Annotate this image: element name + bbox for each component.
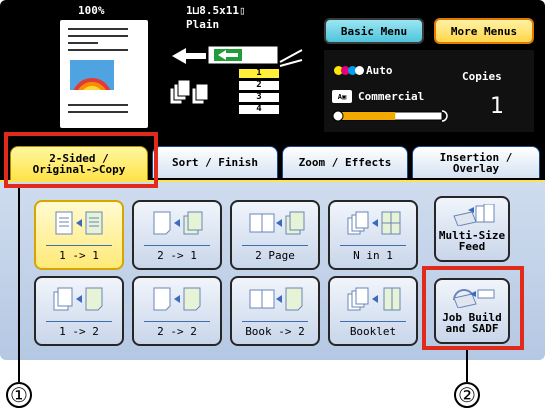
multi-size-label-2: Feed bbox=[458, 240, 486, 253]
option-booklet[interactable]: Booklet bbox=[328, 276, 418, 346]
paper-size: 1⊔8.5x11▯ bbox=[186, 4, 246, 17]
color-mode: Auto bbox=[334, 64, 393, 77]
option-2-to-1[interactable]: 2 -> 1 bbox=[132, 200, 222, 270]
option-label: 2 -> 2 bbox=[157, 325, 197, 338]
option-book-to-2[interactable]: Book -> 2 bbox=[230, 276, 320, 346]
option-label: 1 -> 1 bbox=[59, 249, 99, 262]
more-menus-button[interactable]: More Menus bbox=[434, 18, 534, 44]
option-label: Booklet bbox=[349, 325, 397, 338]
zoom-percentage: 100% bbox=[78, 4, 105, 17]
basic-menu-button[interactable]: Basic Menu bbox=[324, 18, 424, 44]
tab-zoom-effects-label: Zoom / Effects bbox=[298, 156, 392, 169]
option-label: 2 -> 1 bbox=[157, 249, 197, 262]
tray-1: 1 bbox=[238, 68, 280, 79]
option-n-in-1[interactable]: N in 1 bbox=[328, 200, 418, 270]
two-sided-to-one-sided-icon bbox=[153, 211, 203, 235]
tab-sort-finish-label: Sort / Finish bbox=[171, 156, 259, 169]
callout-line-2 bbox=[466, 350, 468, 382]
settings-area: Basic Menu More Menus Auto Copies A▣ Com… bbox=[324, 2, 541, 132]
document-preview bbox=[60, 20, 148, 128]
one-sided-to-one-sided-icon bbox=[55, 211, 103, 235]
status-area: 100% 1⊔8.5x11▯ Plain 1 2 3 4 Basic Menu … bbox=[0, 0, 545, 136]
option-label: N in 1 bbox=[353, 249, 393, 262]
copies-count: 1 bbox=[490, 94, 504, 119]
color-mode-label: Auto bbox=[366, 64, 393, 77]
tray-4: 4 bbox=[238, 104, 280, 115]
option-1-to-2[interactable]: 1 -> 2 bbox=[34, 276, 124, 346]
two-sided-to-two-sided-icon bbox=[153, 287, 201, 311]
paper-type: Plain bbox=[186, 18, 220, 31]
two-page-icon bbox=[249, 211, 305, 235]
option-2-to-2[interactable]: 2 -> 2 bbox=[132, 276, 222, 346]
option-2-page[interactable]: 2 Page bbox=[230, 200, 320, 270]
quality-mode: A▣ Commercial bbox=[332, 90, 424, 103]
original-preview-area: 100% 1⊔8.5x11▯ Plain 1 2 3 4 bbox=[4, 2, 320, 132]
multi-size-feed-icon bbox=[453, 204, 495, 226]
color-dots-icon bbox=[334, 66, 364, 75]
tab-insertion-overlay[interactable]: Insertion / Overlay bbox=[412, 146, 540, 178]
document-text-lines-bottom bbox=[68, 104, 128, 118]
option-label: 2 Page bbox=[255, 249, 295, 262]
copy-settings-panel: Auto Copies A▣ Commercial 1 bbox=[324, 50, 534, 132]
tab-insertion-label-2: Overlay bbox=[452, 161, 500, 175]
booklet-icon bbox=[347, 287, 401, 311]
option-label: Book -> 2 bbox=[245, 325, 305, 338]
document-text-lines bbox=[68, 28, 128, 56]
copier-diagram: 1 2 3 4 bbox=[162, 36, 312, 132]
one-sided-to-two-sided-icon bbox=[53, 287, 103, 311]
callout-number-1: ① bbox=[6, 382, 32, 408]
option-label: 1 -> 2 bbox=[59, 325, 99, 338]
highlight-box-2 bbox=[422, 266, 524, 350]
n-in-one-icon bbox=[347, 211, 401, 235]
tab-insertion-label-1: Insertion / bbox=[439, 150, 513, 164]
copier-icon bbox=[169, 45, 303, 105]
tab-sort-finish[interactable]: Sort / Finish bbox=[152, 146, 278, 178]
tray-3: 3 bbox=[238, 92, 280, 103]
highlight-box-1 bbox=[4, 132, 158, 188]
copies-label: Copies bbox=[462, 70, 502, 83]
tab-zoom-effects[interactable]: Zoom / Effects bbox=[282, 146, 408, 178]
book-to-two-sided-icon bbox=[249, 287, 303, 311]
callout-number-2: ② bbox=[454, 382, 480, 408]
option-1-to-1[interactable]: 1 -> 1 bbox=[34, 200, 124, 270]
quality-label: Commercial bbox=[358, 90, 425, 103]
photo-text-icon: A▣ bbox=[332, 90, 352, 103]
rainbow-image-icon bbox=[70, 60, 114, 98]
density-slider bbox=[332, 110, 448, 122]
tray-2: 2 bbox=[238, 80, 280, 91]
multi-size-feed-button[interactable]: Multi-Size Feed bbox=[434, 196, 510, 262]
callout-line-1 bbox=[18, 188, 20, 382]
